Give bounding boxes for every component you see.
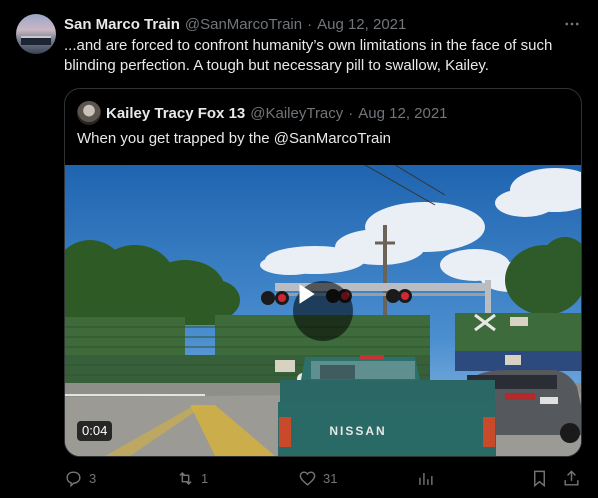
author-name[interactable]: San Marco Train: [64, 16, 180, 33]
play-button[interactable]: [293, 281, 353, 341]
repost-icon: [179, 471, 192, 485]
play-icon: [299, 284, 315, 304]
ellipsis-icon[interactable]: [562, 14, 582, 34]
repost-button[interactable]: 1: [176, 466, 208, 490]
video-duration: 0:04: [77, 421, 113, 441]
views-button[interactable]: [416, 466, 441, 490]
avatar[interactable]: [16, 14, 56, 54]
share-button[interactable]: [562, 466, 587, 490]
like-button[interactable]: 31: [298, 466, 337, 490]
bookmark-icon: [534, 470, 545, 487]
reply-button[interactable]: 3: [64, 466, 96, 490]
author-handle[interactable]: @SanMarcoTrain: [185, 16, 302, 33]
video-player[interactable]: NISSAN 0:04: [65, 165, 581, 456]
share-icon: [564, 469, 579, 486]
analytics-icon: [419, 472, 433, 485]
avatar-train-image: [21, 36, 51, 45]
separator: ·: [348, 104, 354, 122]
heart-icon: [299, 470, 316, 486]
svg-text:NISSAN: NISSAN: [329, 424, 386, 438]
tweet-header: San Marco Train @SanMarcoTrain · Aug 12,…: [64, 14, 582, 34]
separator: ·: [307, 15, 313, 33]
quoted-author-handle[interactable]: @KaileyTracy: [250, 105, 343, 122]
bookmark-button[interactable]: [530, 466, 555, 490]
reply-icon: [66, 470, 81, 487]
quoted-author-name[interactable]: Kailey Tracy Fox 13: [106, 105, 245, 122]
quoted-tweet-text: When you get trapped by the @SanMarcoTra…: [77, 130, 392, 147]
action-bar: 3 1 31: [64, 466, 584, 490]
quoted-date[interactable]: Aug 12, 2021: [358, 105, 447, 122]
repost-count: 1: [201, 470, 209, 486]
quoted-tweet-header: Kailey Tracy Fox 13 @KaileyTracy · Aug 1…: [77, 101, 448, 125]
tweet-text: ...and are forced to confront humanity’s…: [64, 37, 553, 74]
tweet-card[interactable]: San Marco Train @SanMarcoTrain · Aug 12,…: [0, 0, 598, 498]
like-count: 31: [323, 470, 338, 486]
tweet-date[interactable]: Aug 12, 2021: [317, 16, 406, 33]
quoted-tweet[interactable]: Kailey Tracy Fox 13 @KaileyTracy · Aug 1…: [64, 88, 582, 457]
quoted-avatar[interactable]: [77, 101, 101, 125]
reply-count: 3: [89, 470, 97, 486]
